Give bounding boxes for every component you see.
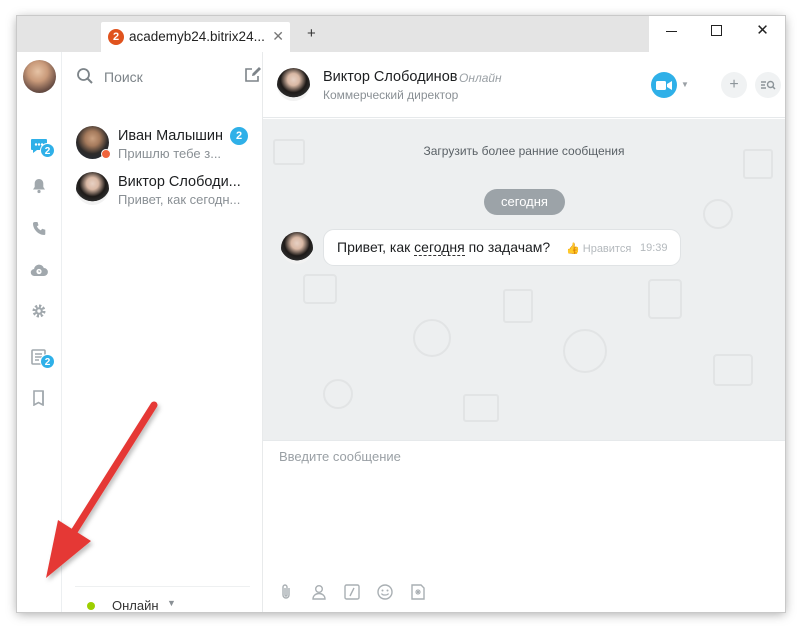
sticker-icon[interactable] [409,583,427,601]
add-participant-button[interactable]: + [721,72,747,98]
contact-avatar[interactable] [277,68,310,101]
search-placeholder: Поиск [104,69,143,85]
background-doodle [463,394,499,422]
dialog-header: Виктор Слободинов Онлайн Коммерческий ди… [263,52,785,118]
unread-count-badge: 2 [230,127,248,145]
window-controls: ✕ [649,16,785,52]
load-earlier-messages-link[interactable]: Загрузить более ранние сообщения [263,144,785,158]
contact-status: Онлайн [459,71,502,85]
background-doodle [413,319,451,357]
minimize-icon [666,31,677,32]
message-input-area[interactable]: Введите сообщение [263,440,785,612]
background-doodle [303,274,337,304]
chats-badge: 2 [40,143,55,158]
message-history[interactable]: Загрузить более ранние сообщения сегодня… [263,119,785,440]
message-author-avatar[interactable] [281,232,313,264]
dialog-panel: Виктор Слободинов Онлайн Коммерческий ди… [263,52,785,612]
left-nav: 2 2 [17,52,62,612]
smile-icon[interactable] [376,583,394,601]
online-status-dot [87,602,95,610]
contact-name: Иван Малышин [118,128,223,144]
search-list-icon [761,80,776,90]
close-window-button[interactable]: ✕ [740,16,785,52]
online-status-label: Онлайн [112,598,159,612]
maximize-button[interactable] [694,16,739,52]
message-text: Привет, как сегодня по задачам? [337,239,551,256]
message-preview: Пришлю тебе з... [118,146,222,161]
chat-list-item[interactable]: Иван Малышин Пришлю тебе з... 2 [62,124,262,170]
tab-notification-badge: 2 [108,29,124,45]
background-doodle [563,329,607,373]
tasks-badge: 2 [40,354,55,369]
status-selector[interactable]: Онлайн ▼ [75,586,250,612]
contact-avatar [76,172,109,205]
chat-list-panel: Поиск Иван Малышин Пришлю тебе з... 2 Ви… [62,52,263,612]
nav-recent[interactable] [29,260,49,280]
message-text-end: по задачам? [464,239,551,255]
messenger-window: 2 academyb24.bitrix24... ✕ + ✕ 2 2 Поиск… [17,16,785,612]
search-icon [77,68,93,84]
phone-icon [32,221,45,235]
nav-settings[interactable] [29,301,49,321]
contact-position: Коммерческий директор [323,88,459,102]
browser-tab[interactable]: 2 academyb24.bitrix24... ✕ [101,22,290,52]
chevron-down-icon[interactable]: ▼ [681,80,689,89]
background-doodle [323,379,353,409]
message-preview: Привет, как сегодн... [118,192,241,207]
background-doodle [703,199,733,229]
book-icon [33,390,44,406]
background-doodle [713,354,753,386]
background-doodle [648,279,682,319]
user-icon[interactable] [310,583,328,601]
like-button[interactable]: 👍 Нравится [566,242,631,255]
tab-title: academyb24.bitrix24... [129,29,265,44]
message-time: 19:39 [640,242,668,254]
close-icon: ✕ [756,22,769,39]
video-camera-icon [656,80,672,90]
attach-icon[interactable] [277,583,295,601]
date-separator: сегодня [484,189,565,215]
maximize-icon [711,25,722,36]
user-avatar[interactable] [23,60,56,93]
cloud-clock-icon [30,264,48,277]
new-tab-button[interactable]: + [307,25,316,42]
contact-name: Виктор Слободи... [118,174,241,190]
chevron-down-icon: ▼ [167,598,176,608]
gear-icon [32,304,46,318]
message-input[interactable]: Введите сообщение [279,449,401,464]
message-keyword[interactable]: сегодня [414,239,465,256]
search-bar[interactable]: Поиск [76,66,261,90]
title-bar: 2 academyb24.bitrix24... ✕ + ✕ [17,16,785,52]
chat-list-item[interactable]: Виктор Слободи... Привет, как сегодн... [62,170,262,216]
bell-icon [33,179,45,194]
nav-calls[interactable] [29,218,49,238]
tab-close-icon[interactable]: ✕ [272,28,284,45]
background-doodle [503,289,533,323]
message-text-start: Привет, как [337,239,415,255]
compose-icon[interactable] [244,66,262,84]
search-history-button[interactable] [755,72,781,98]
contact-name[interactable]: Виктор Слободинов [323,69,457,85]
nav-notifications[interactable] [29,176,49,196]
video-call-button[interactable] [651,72,677,98]
minimize-button[interactable] [649,16,694,52]
nav-disk[interactable] [29,388,49,408]
command-icon[interactable] [343,583,361,601]
message-bubble[interactable]: Привет, как сегодня по задачам? 👍 Нравит… [323,229,681,266]
status-away-icon [101,149,111,159]
